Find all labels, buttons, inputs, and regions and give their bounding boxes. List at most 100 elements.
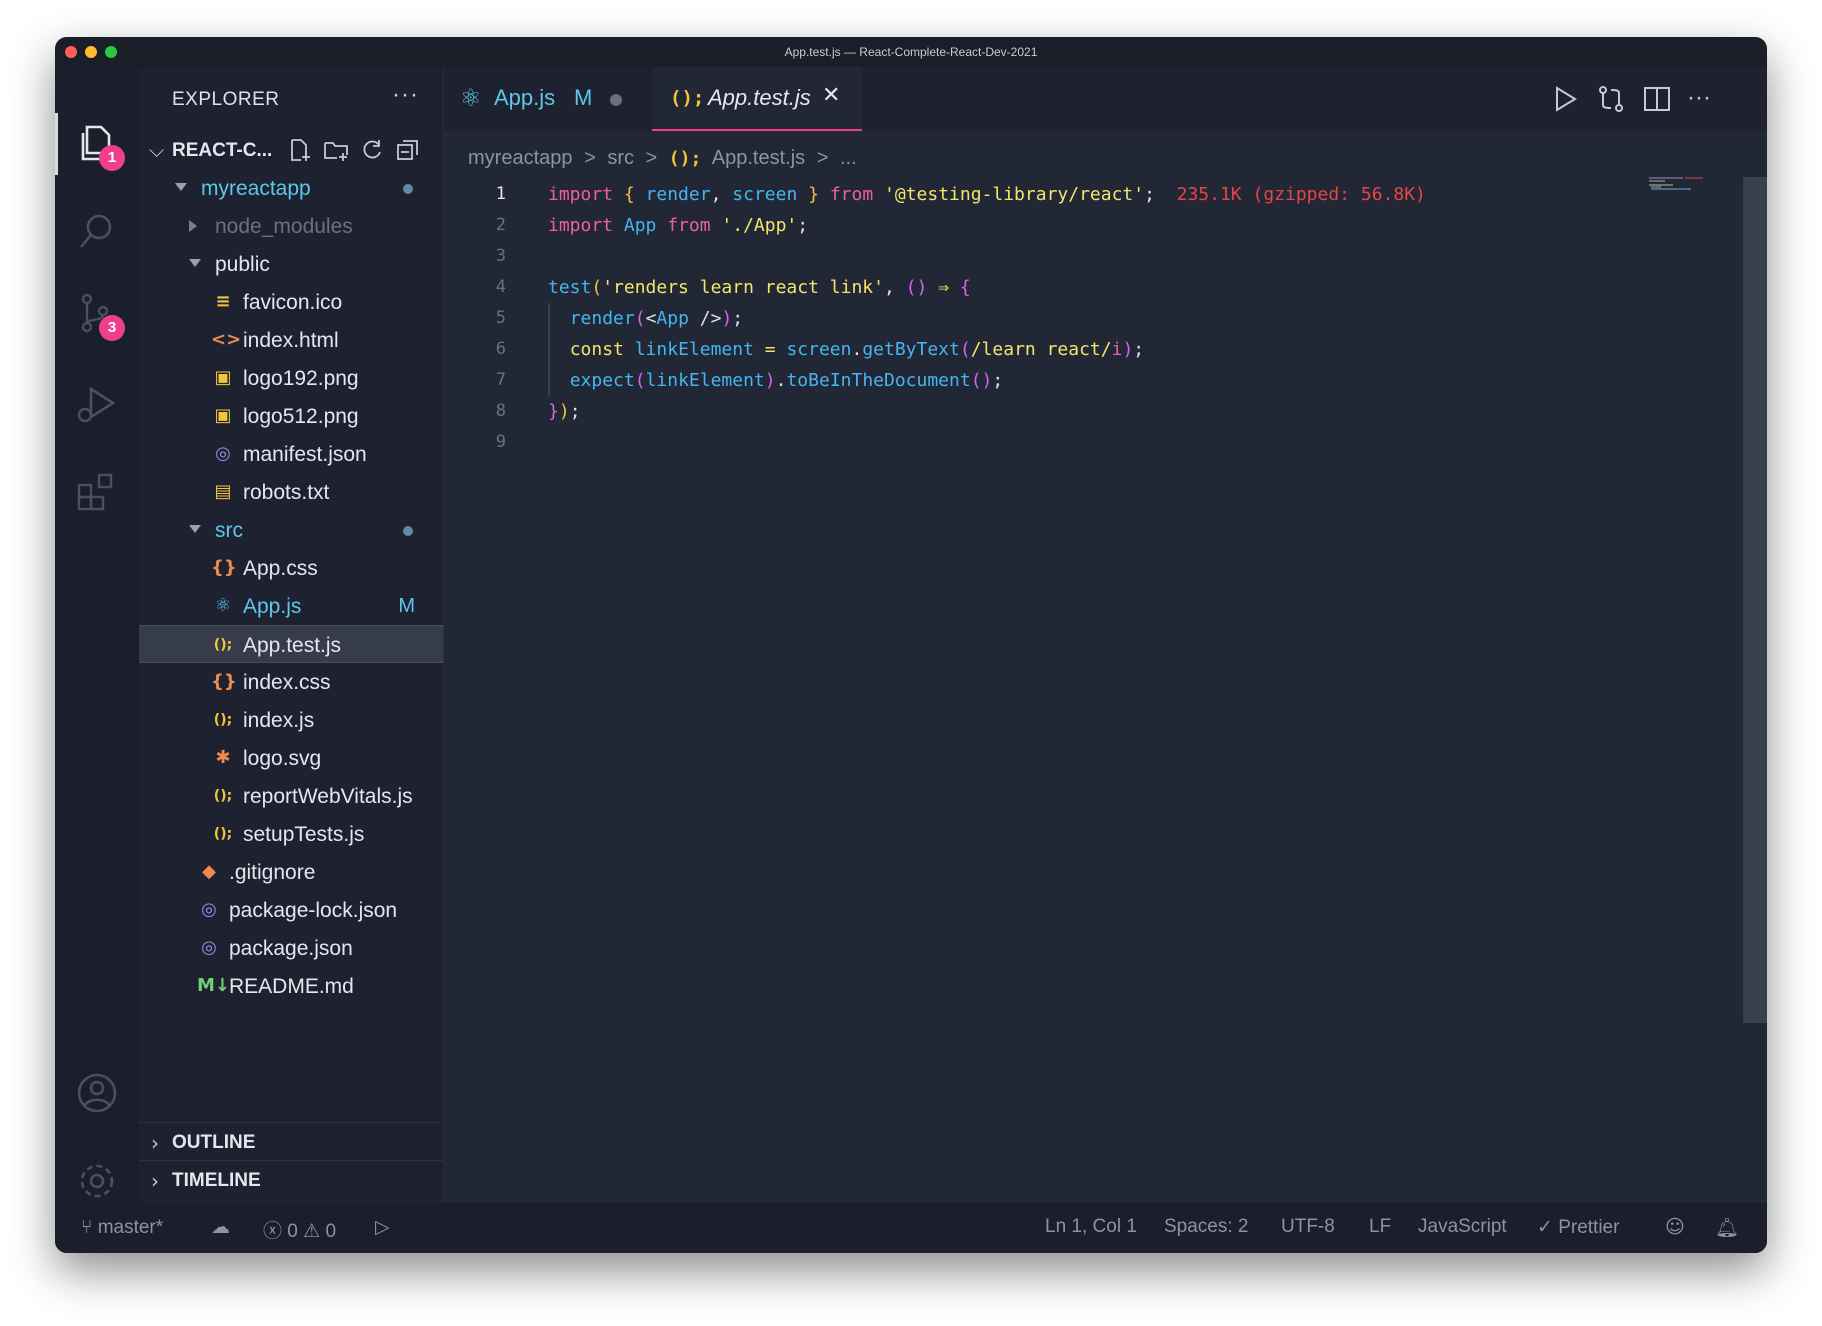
line-ending[interactable]: LF	[1369, 1216, 1391, 1238]
tree-item[interactable]: ◎ manifest.json	[139, 435, 443, 473]
project-root-row[interactable]: ⌵ REACT-C...	[139, 131, 443, 169]
tree-item[interactable]: (); App.test.js	[139, 625, 443, 663]
code-line[interactable]: 5 render(<App />);	[444, 303, 1684, 334]
file-name: manifest.json	[243, 443, 367, 466]
git-branch-icon: ⑂	[81, 1216, 93, 1238]
js-icon: ();	[670, 87, 705, 109]
tab-app-js[interactable]: ⚛ App.js M	[444, 67, 652, 131]
code-line[interactable]: 6 const linkElement = screen.getByText(/…	[444, 334, 1684, 365]
more-actions-icon[interactable]: ···	[392, 81, 419, 109]
code-line[interactable]: 3	[444, 241, 1684, 272]
tree-item[interactable]: node_modules	[139, 207, 443, 245]
tree-item[interactable]: ✱ logo.svg	[139, 739, 443, 777]
code-token: from	[656, 215, 722, 236]
tree-item[interactable]: ◎ package-lock.json	[139, 891, 443, 929]
chevron-right-icon	[189, 220, 197, 232]
split-editor-icon[interactable]	[1639, 81, 1675, 117]
branch-indicator[interactable]: ⑂ master*	[81, 1216, 163, 1239]
file-name: package.json	[229, 937, 353, 960]
tree-item[interactable]: ▣ logo192.png	[139, 359, 443, 397]
code-token: linkElement	[634, 339, 754, 360]
refresh-icon[interactable]	[359, 137, 385, 163]
code-token: App	[656, 308, 689, 329]
outline-panel-header[interactable]: › OUTLINE	[139, 1122, 443, 1161]
new-file-icon[interactable]	[287, 137, 313, 163]
tree-item[interactable]: ⚛ App.js M	[139, 587, 443, 625]
code-line[interactable]: 2 import App from './App';	[444, 210, 1684, 241]
tree-item[interactable]: src	[139, 511, 443, 549]
notifications-bell-icon[interactable]: 🔔︎	[1715, 1216, 1739, 1239]
tree-item[interactable]: (); reportWebVitals.js	[139, 777, 443, 815]
file-type-icon: ▣	[214, 367, 232, 388]
code-line[interactable]: 7 expect(linkElement).toBeInTheDocument(…	[444, 365, 1684, 396]
code-line[interactable]: 1 import { render, screen } from '@testin…	[444, 179, 1684, 210]
new-folder-icon[interactable]	[323, 137, 349, 163]
extensions-icon[interactable]	[73, 467, 121, 515]
tree-item[interactable]: (); setupTests.js	[139, 815, 443, 853]
indentation[interactable]: Spaces: 2	[1164, 1216, 1249, 1238]
vertical-scrollbar[interactable]	[1743, 177, 1767, 1023]
tree-item[interactable]: ▤ robots.txt	[139, 473, 443, 511]
title-bar: App.test.js — React-Complete-React-Dev-2…	[55, 37, 1767, 67]
code-token: ⇒	[927, 277, 960, 298]
file-type-icon: ⚛	[214, 595, 232, 616]
feedback-icon[interactable]: ☺	[1665, 1216, 1685, 1238]
explorer-sidebar: EXPLORER ··· ⌵ REACT-C... myreactapp node…	[139, 67, 444, 1203]
collapse-all-icon[interactable]	[395, 137, 421, 163]
file-type-icon: ();	[213, 637, 233, 653]
more-actions-icon[interactable]: ···	[1687, 81, 1723, 117]
run-debug-icon[interactable]	[73, 381, 121, 429]
tree-item[interactable]: {} App.css	[139, 549, 443, 587]
tree-item[interactable]: myreactapp	[139, 169, 443, 207]
code-token: toBeInTheDocument	[786, 370, 971, 391]
code-line[interactable]: 8});	[444, 396, 1684, 427]
code-token: <	[645, 308, 657, 329]
activity-bar: 1 3	[55, 67, 139, 1203]
tree-item[interactable]: <> index.html	[139, 321, 443, 359]
js-icon: ();	[668, 148, 702, 169]
tree-item[interactable]: ◆ .gitignore	[139, 853, 443, 891]
file-name: index.js	[243, 709, 315, 732]
breadcrumb-file[interactable]: App.test.js	[712, 147, 805, 169]
encoding[interactable]: UTF-8	[1281, 1216, 1335, 1238]
explorer-icon[interactable]: 1	[73, 119, 125, 171]
tree-item[interactable]: {} index.css	[139, 663, 443, 701]
file-name: App.css	[243, 557, 318, 580]
source-control-icon[interactable]: 3	[73, 289, 125, 341]
file-type-icon: ◎	[215, 443, 231, 464]
breadcrumb-folder[interactable]: myreactapp	[468, 147, 573, 169]
close-icon[interactable]: ✕	[822, 83, 840, 108]
formatter-status[interactable]: ✓ Prettier	[1537, 1216, 1619, 1239]
problems-indicator[interactable]: ⓧ 0 ⚠ 0	[263, 1216, 336, 1243]
sync-cloud-icon[interactable]: ☁	[211, 1216, 230, 1238]
search-icon[interactable]	[73, 207, 121, 255]
tab-app-test-js[interactable]: (); App.test.js ✕	[652, 67, 862, 131]
unsaved-dot-icon[interactable]	[610, 94, 622, 106]
tree-item[interactable]: ◎ package.json	[139, 929, 443, 967]
tab-app-js-label: App.js	[494, 85, 556, 110]
debug-icon[interactable]: ▷	[375, 1216, 390, 1238]
breadcrumb-folder[interactable]: src	[607, 147, 634, 169]
tree-item[interactable]: ≡ favicon.ico	[139, 283, 443, 321]
language-mode[interactable]: JavaScript	[1418, 1216, 1507, 1238]
tree-item[interactable]: M↓ README.md	[139, 967, 443, 1005]
cursor-position[interactable]: Ln 1, Col 1	[1045, 1216, 1137, 1238]
run-icon[interactable]	[1547, 81, 1583, 117]
timeline-panel-header[interactable]: › TIMELINE	[139, 1160, 443, 1199]
code-line[interactable]: 4 test('renders learn react link', () ⇒ {	[444, 272, 1684, 303]
compare-changes-icon[interactable]	[1593, 81, 1629, 117]
chevron-down-icon	[189, 259, 201, 267]
minimap[interactable]	[1649, 177, 1705, 191]
tree-item[interactable]: (); index.js	[139, 701, 443, 739]
code-line[interactable]: 9	[444, 427, 1684, 458]
tree-item[interactable]: ▣ logo512.png	[139, 397, 443, 435]
code-editor[interactable]: 1 import { render, screen } from '@testin…	[444, 179, 1684, 458]
code-token: const	[569, 339, 635, 360]
settings-gear-icon[interactable]	[73, 1157, 121, 1205]
breadcrumb-symbol[interactable]: ...	[840, 147, 857, 169]
code-token: 'renders learn react link'	[602, 277, 884, 298]
file-name: favicon.ico	[243, 291, 343, 314]
file-type-icon: ();	[213, 788, 233, 804]
account-icon[interactable]	[73, 1069, 121, 1117]
tree-item[interactable]: public	[139, 245, 443, 283]
